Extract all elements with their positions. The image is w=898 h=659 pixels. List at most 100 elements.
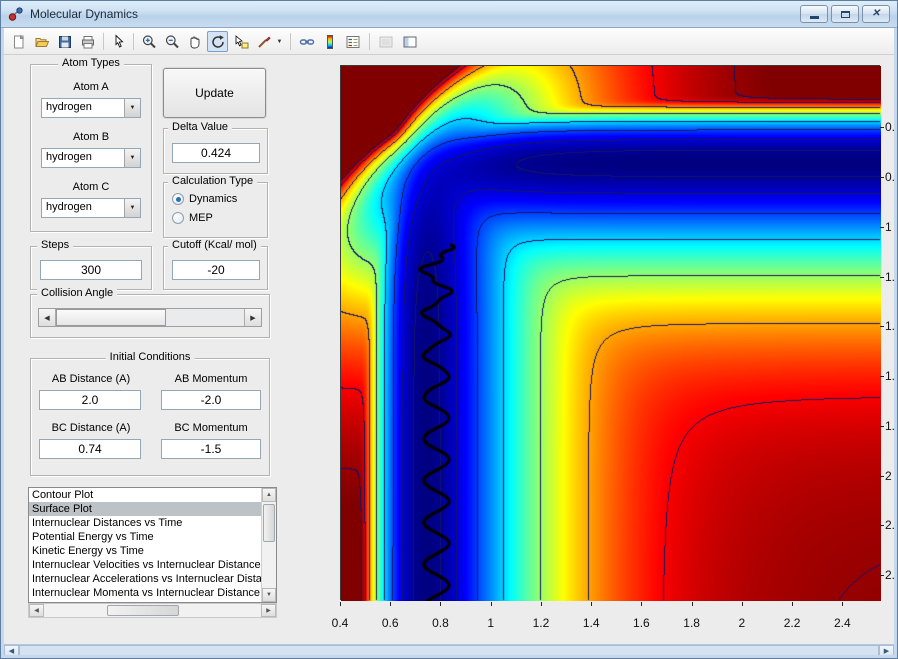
scrollbar-thumb[interactable] (19, 645, 879, 656)
close-button[interactable]: ✕ (862, 5, 890, 23)
x-tick-mark (742, 602, 743, 606)
slider-left-arrow-icon[interactable]: ◀ (39, 309, 56, 326)
window-horizontal-scrollbar[interactable]: ◀ ▶ (3, 644, 895, 657)
new-figure-icon (11, 34, 27, 50)
scroll-right-icon[interactable]: ▶ (261, 604, 276, 617)
atom-types-title: Atom Types (58, 57, 124, 69)
list-item[interactable]: Internuclear Velocities vs Internuclear … (29, 558, 261, 572)
scrollbar-thumb[interactable] (263, 504, 275, 542)
listbox-vertical-scrollbar[interactable]: ▲ ▼ (261, 488, 276, 602)
brush-caret-button[interactable]: ▼ (274, 31, 285, 52)
delta-value-field[interactable]: 0.424 (172, 143, 260, 163)
list-item[interactable]: Surface Plot (29, 502, 261, 516)
rotate-3d-button[interactable] (207, 31, 228, 52)
slider-thumb[interactable] (56, 309, 166, 326)
atom-c-dropdown[interactable]: hydrogen ▼ (41, 198, 141, 218)
plot-type-listbox[interactable]: Contour PlotSurface PlotInternuclear Dis… (28, 487, 277, 603)
list-item[interactable]: Kinetic Energy vs Time (29, 544, 261, 558)
atom-c-label: Atom C (73, 181, 110, 193)
scroll-right-icon[interactable]: ▶ (879, 645, 894, 656)
brush-data-button[interactable] (253, 31, 274, 52)
list-item[interactable]: Potential Energy vs Time (29, 530, 261, 544)
print-figure-button[interactable] (77, 31, 98, 52)
zoom-in-button[interactable] (138, 31, 159, 52)
scroll-up-icon[interactable]: ▲ (262, 488, 276, 502)
x-tick-label: 1.8 (683, 616, 700, 630)
y-tick-mark (880, 127, 884, 128)
cutoff-title: Cutoff (Kcal/ mol) (168, 239, 261, 251)
x-tick-mark (692, 602, 693, 606)
app-icon (8, 6, 24, 22)
chevron-down-icon[interactable]: ▼ (124, 199, 140, 217)
zoom-out-button[interactable] (161, 31, 182, 52)
ab-distance-field[interactable]: 2.0 (39, 390, 141, 410)
x-tick-label: 1 (487, 616, 494, 630)
scroll-left-icon[interactable]: ◀ (4, 645, 19, 656)
update-button[interactable]: Update (163, 68, 266, 118)
link-plot-icon (299, 34, 315, 50)
open-file-icon (34, 34, 50, 50)
x-tick-label: 2.2 (784, 616, 801, 630)
x-tick-label: 1.4 (583, 616, 600, 630)
link-plot-button[interactable] (296, 31, 317, 52)
pes-contour-canvas[interactable] (341, 66, 881, 601)
maximize-button[interactable] (831, 5, 859, 23)
listbox-horizontal-scrollbar[interactable]: ◀ ▶ (28, 603, 277, 618)
y-tick-mark (880, 376, 884, 377)
list-item[interactable]: Internuclear Momenta vs Internuclear Dis… (29, 586, 261, 600)
slider-right-arrow-icon[interactable]: ▶ (244, 309, 261, 326)
open-file-button[interactable] (31, 31, 52, 52)
atom-a-dropdown[interactable]: hydrogen ▼ (41, 98, 141, 118)
radio-dynamics-icon[interactable] (172, 193, 184, 205)
x-tick-mark (842, 602, 843, 606)
initial-conditions-panel: Initial Conditions AB Distance (A) AB Mo… (30, 358, 270, 476)
scroll-left-icon[interactable]: ◀ (29, 604, 44, 617)
hide-plot-tools-button[interactable] (375, 31, 396, 52)
bc-momentum-label: BC Momentum (174, 422, 247, 434)
insert-legend-button[interactable] (342, 31, 363, 52)
scroll-down-icon[interactable]: ▼ (262, 588, 276, 602)
list-item[interactable]: Internuclear Accelerations vs Internucle… (29, 572, 261, 586)
y-tick-mark (880, 177, 884, 178)
titlebar[interactable]: Molecular Dynamics ✕ (0, 0, 898, 28)
save-figure-button[interactable] (54, 31, 75, 52)
delta-value-panel: Delta Value 0.424 (163, 128, 268, 174)
insert-colorbar-icon (322, 34, 338, 50)
chevron-down-icon[interactable]: ▼ (124, 149, 140, 167)
radio-mep-icon[interactable] (172, 212, 184, 224)
chevron-down-icon[interactable]: ▼ (124, 99, 140, 117)
x-tick-label: 0.6 (382, 616, 399, 630)
plot-type-items: Contour PlotSurface PlotInternuclear Dis… (29, 488, 261, 602)
bc-distance-field[interactable]: 0.74 (39, 439, 141, 459)
cutoff-panel: Cutoff (Kcal/ mol) -20 (163, 246, 268, 290)
x-tick-label: 0.4 (332, 616, 349, 630)
scrollbar-thumb[interactable] (107, 605, 179, 616)
radio-mep[interactable]: MEP (172, 212, 213, 224)
data-cursor-button[interactable] (230, 31, 251, 52)
steps-field[interactable]: 300 (40, 260, 142, 280)
radio-dynamics[interactable]: Dynamics (172, 193, 237, 205)
x-tick-mark (792, 602, 793, 606)
y-tick-mark (880, 525, 884, 526)
atom-b-label: Atom B (73, 131, 109, 143)
toolbar-separator (133, 33, 134, 50)
pan-button[interactable] (184, 31, 205, 52)
x-tick-label: 0.8 (432, 616, 449, 630)
insert-legend-icon (345, 34, 361, 50)
list-item[interactable]: Contour Plot (29, 488, 261, 502)
edit-plot-button[interactable] (108, 31, 129, 52)
new-figure-button[interactable] (8, 31, 29, 52)
bc-momentum-field[interactable]: -1.5 (161, 439, 261, 459)
minimize-button[interactable] (800, 5, 828, 23)
y-tick-mark (880, 277, 884, 278)
radio-mep-label: MEP (189, 212, 213, 224)
insert-colorbar-button[interactable] (319, 31, 340, 52)
show-plot-tools-button[interactable] (399, 31, 420, 52)
collision-angle-title: Collision Angle (37, 287, 117, 299)
pes-plot-area[interactable] (340, 65, 880, 600)
cutoff-field[interactable]: -20 (172, 260, 260, 280)
list-item[interactable]: Internuclear Distances vs Time (29, 516, 261, 530)
collision-angle-slider[interactable]: ◀ ▶ (38, 308, 262, 327)
ab-momentum-field[interactable]: -2.0 (161, 390, 261, 410)
atom-b-dropdown[interactable]: hydrogen ▼ (41, 148, 141, 168)
